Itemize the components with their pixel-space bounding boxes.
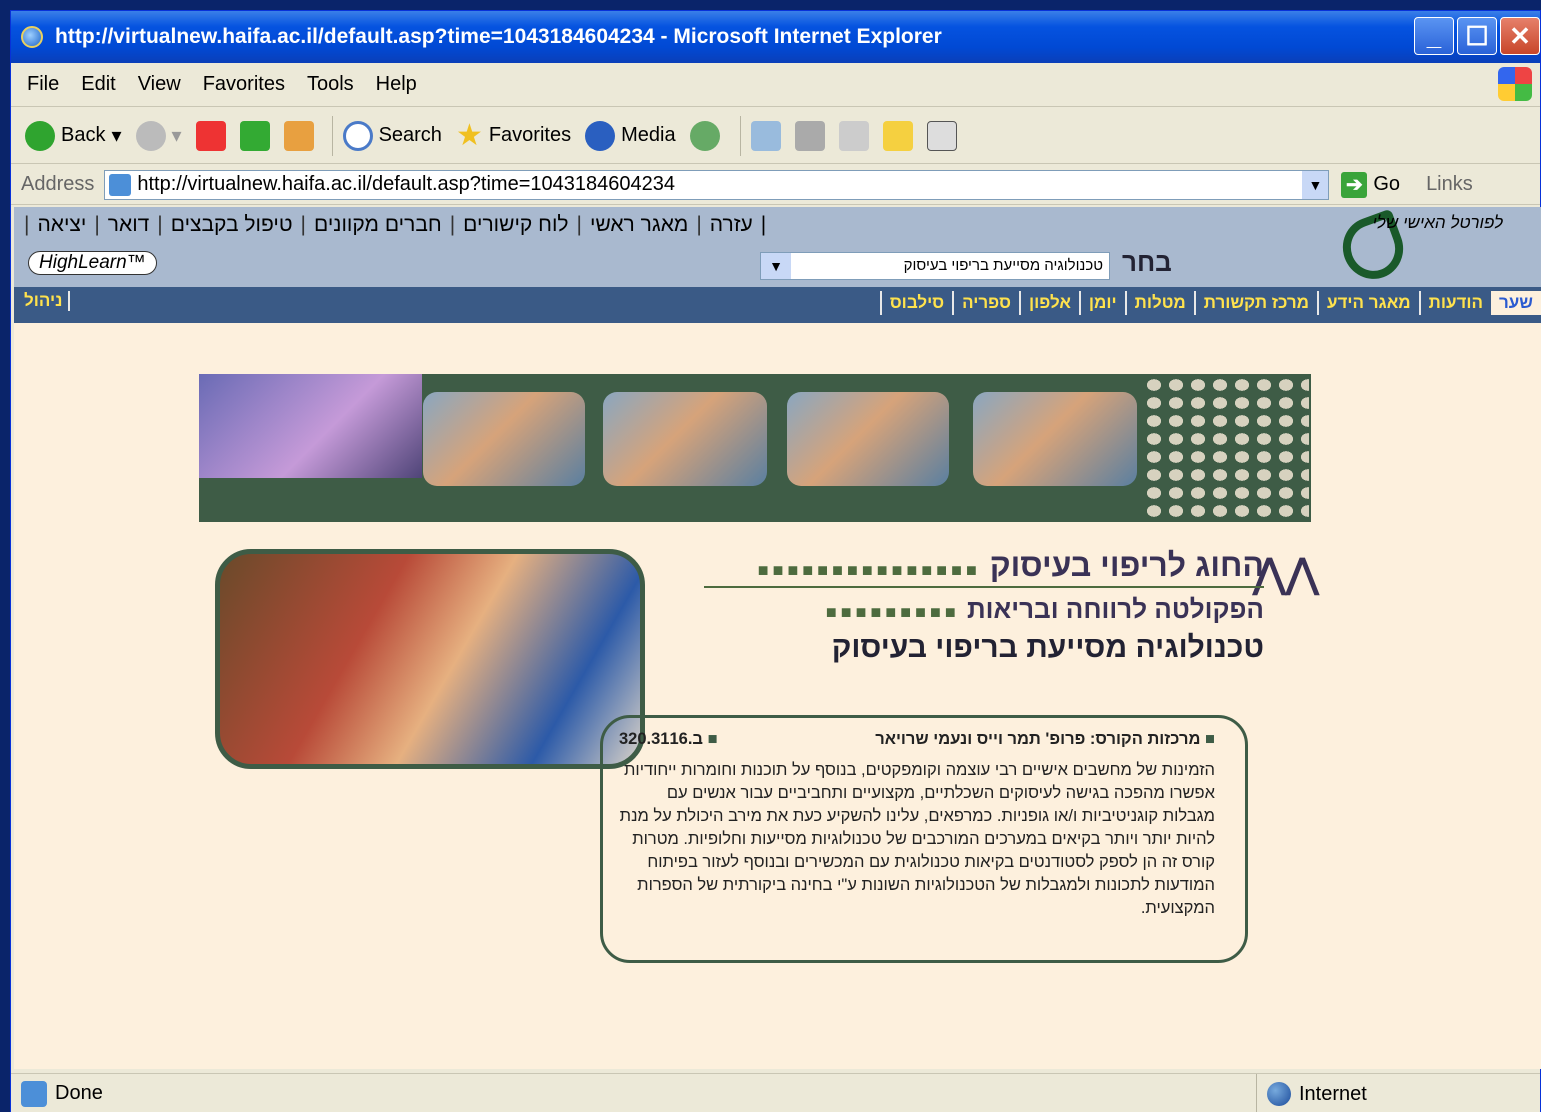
banner-photo — [603, 392, 767, 486]
menu-view[interactable]: View — [138, 73, 181, 96]
links-button[interactable]: Links — [1426, 173, 1473, 196]
title-bar[interactable]: http://virtualnew.haifa.ac.il/default.as… — [11, 11, 1540, 63]
nav-links-board[interactable]: לוח קישורים — [463, 213, 568, 237]
globe-icon — [1267, 1082, 1291, 1106]
select-label: בחר — [1122, 247, 1172, 277]
browser-window: http://virtualnew.haifa.ac.il/default.as… — [10, 10, 1541, 1112]
refresh-icon[interactable] — [239, 120, 270, 151]
menu-help[interactable]: Help — [376, 73, 417, 96]
search-button[interactable]: Search — [342, 120, 442, 151]
print-icon[interactable] — [794, 120, 825, 151]
course-coordinators: מרכזות הקורס: פרופ' תמר וייס ונעמי שרויא… — [875, 730, 1201, 748]
tab-library[interactable]: ספריה — [952, 291, 1019, 315]
portal-logo-text: לפורטל האישי שלי — [1372, 213, 1503, 232]
close-button[interactable]: ✕ — [1500, 17, 1540, 55]
tab-communication[interactable]: מרכז תקשורת — [1193, 291, 1317, 315]
course-tabs: שער הודעות מאגר הידע מרכז תקשורת מטלות י… — [14, 287, 1541, 323]
tab-assignments[interactable]: מטלות — [1124, 291, 1194, 315]
tab-messages[interactable]: הודעות — [1418, 291, 1491, 315]
star-icon: ★ — [455, 119, 483, 152]
course-select[interactable]: טכנולוגיה מסייעת בריפוי בעיסוק ▼ — [760, 252, 1110, 280]
tab-syllabus[interactable]: סילבוס — [879, 291, 952, 315]
status-bar: Done Internet — [11, 1073, 1540, 1112]
search-icon — [342, 120, 373, 151]
banner-photo — [423, 392, 585, 486]
toolbar: Back ▾ ▾ Search ★ Favorites Media — [11, 108, 1540, 164]
back-button[interactable]: Back ▾ — [25, 120, 122, 151]
course-title: טכנולוגיה מסייעת בריפוי בעיסוק — [831, 631, 1264, 664]
menu-favorites[interactable]: Favorites — [203, 73, 285, 96]
security-zone: Internet — [1256, 1074, 1367, 1112]
nav-mail[interactable]: דואר — [108, 213, 150, 237]
media-icon — [585, 120, 616, 151]
address-bar: Address http://virtualnew.haifa.ac.il/de… — [11, 165, 1540, 205]
go-arrow-icon: ➔ — [1341, 171, 1368, 198]
minimize-button[interactable]: _ — [1414, 17, 1454, 55]
forward-button[interactable]: ▾ — [135, 120, 182, 151]
banner-pattern — [1143, 376, 1309, 522]
home-icon[interactable] — [283, 120, 314, 151]
site-header: | עזרה | מאגר ראשי | לוח קישורים | חברים מק… — [14, 207, 1541, 288]
address-input[interactable]: http://virtualnew.haifa.ac.il/default.as… — [104, 169, 1330, 200]
stop-icon[interactable] — [195, 120, 226, 151]
page-icon — [109, 173, 132, 196]
course-titles: החוג לריפוי בעיסוק ■■■■■■■■■■■■■■■ הפקול… — [704, 547, 1264, 665]
portal-logo[interactable]: לפורטל האישי שלי — [1331, 208, 1511, 288]
history-icon[interactable] — [689, 120, 720, 151]
menu-file[interactable]: File — [27, 73, 59, 96]
top-nav: | עזרה | מאגר ראשי | לוח קישורים | חברים מק… — [24, 213, 767, 237]
tab-admin[interactable]: ניהול — [24, 291, 71, 311]
media-button[interactable]: Media — [585, 120, 676, 151]
highlearn-logo: HighLearn™ — [28, 251, 157, 275]
window-title: http://virtualnew.haifa.ac.il/default.as… — [55, 25, 942, 48]
menu-tools[interactable]: Tools — [307, 73, 354, 96]
back-arrow-icon — [25, 120, 55, 151]
course-description: הזמינות של מחשבים אישיים רבי עוצמה וקומפ… — [619, 761, 1215, 917]
course-info-box: ■ מרכזות הקורס: פרופ' תמר וייס ונעמי שרו… — [600, 715, 1248, 963]
menu-bar: File Edit View Favorites Tools Help — [11, 63, 1540, 107]
tab-directory[interactable]: אלפון — [1018, 291, 1079, 315]
tab-gate[interactable]: שער — [1491, 291, 1541, 315]
tab-calendar[interactable]: יומן — [1078, 291, 1125, 315]
menu-edit[interactable]: Edit — [81, 73, 115, 96]
banner-photo — [787, 392, 949, 486]
faculty-title: הפקולטה לרווחה ובריאות — [966, 594, 1264, 624]
messenger-icon[interactable] — [926, 120, 957, 151]
banner-image — [199, 374, 1311, 522]
page-status-icon — [21, 1080, 47, 1107]
maximize-button[interactable]: ☐ — [1457, 17, 1497, 55]
edit-icon[interactable] — [838, 120, 869, 151]
nav-main-repo[interactable]: מאגר ראשי — [590, 213, 688, 237]
mail-icon[interactable] — [750, 120, 781, 151]
windows-logo-icon — [1498, 67, 1532, 101]
forward-arrow-icon — [135, 120, 166, 151]
nav-help[interactable]: עזרה — [710, 213, 753, 237]
department-title: החוג לריפוי בעיסוק — [989, 547, 1264, 583]
nav-exit[interactable]: יציאה — [37, 213, 86, 237]
chevron-down-icon[interactable]: ▼ — [761, 253, 791, 279]
page-content: | עזרה | מאגר ראשי | לוח קישורים | חברים מק… — [14, 207, 1541, 1069]
nav-online-members[interactable]: חברים מקוונים — [314, 213, 442, 237]
nav-files[interactable]: טיפול בקבצים — [171, 213, 293, 237]
banner-photo — [973, 392, 1137, 486]
course-photo — [215, 549, 645, 769]
address-label: Address — [21, 173, 95, 195]
go-button[interactable]: ➔ Go — [1341, 171, 1400, 198]
course-code: ב.320.3116 — [619, 730, 703, 748]
status-text: Done — [55, 1082, 103, 1104]
discuss-icon[interactable] — [882, 120, 913, 151]
chevron-down-icon[interactable]: ▼ — [1302, 170, 1329, 199]
ie-icon — [21, 26, 43, 48]
tab-knowledge[interactable]: מאגר הידע — [1317, 291, 1419, 315]
favorites-button[interactable]: ★ Favorites — [456, 118, 571, 153]
